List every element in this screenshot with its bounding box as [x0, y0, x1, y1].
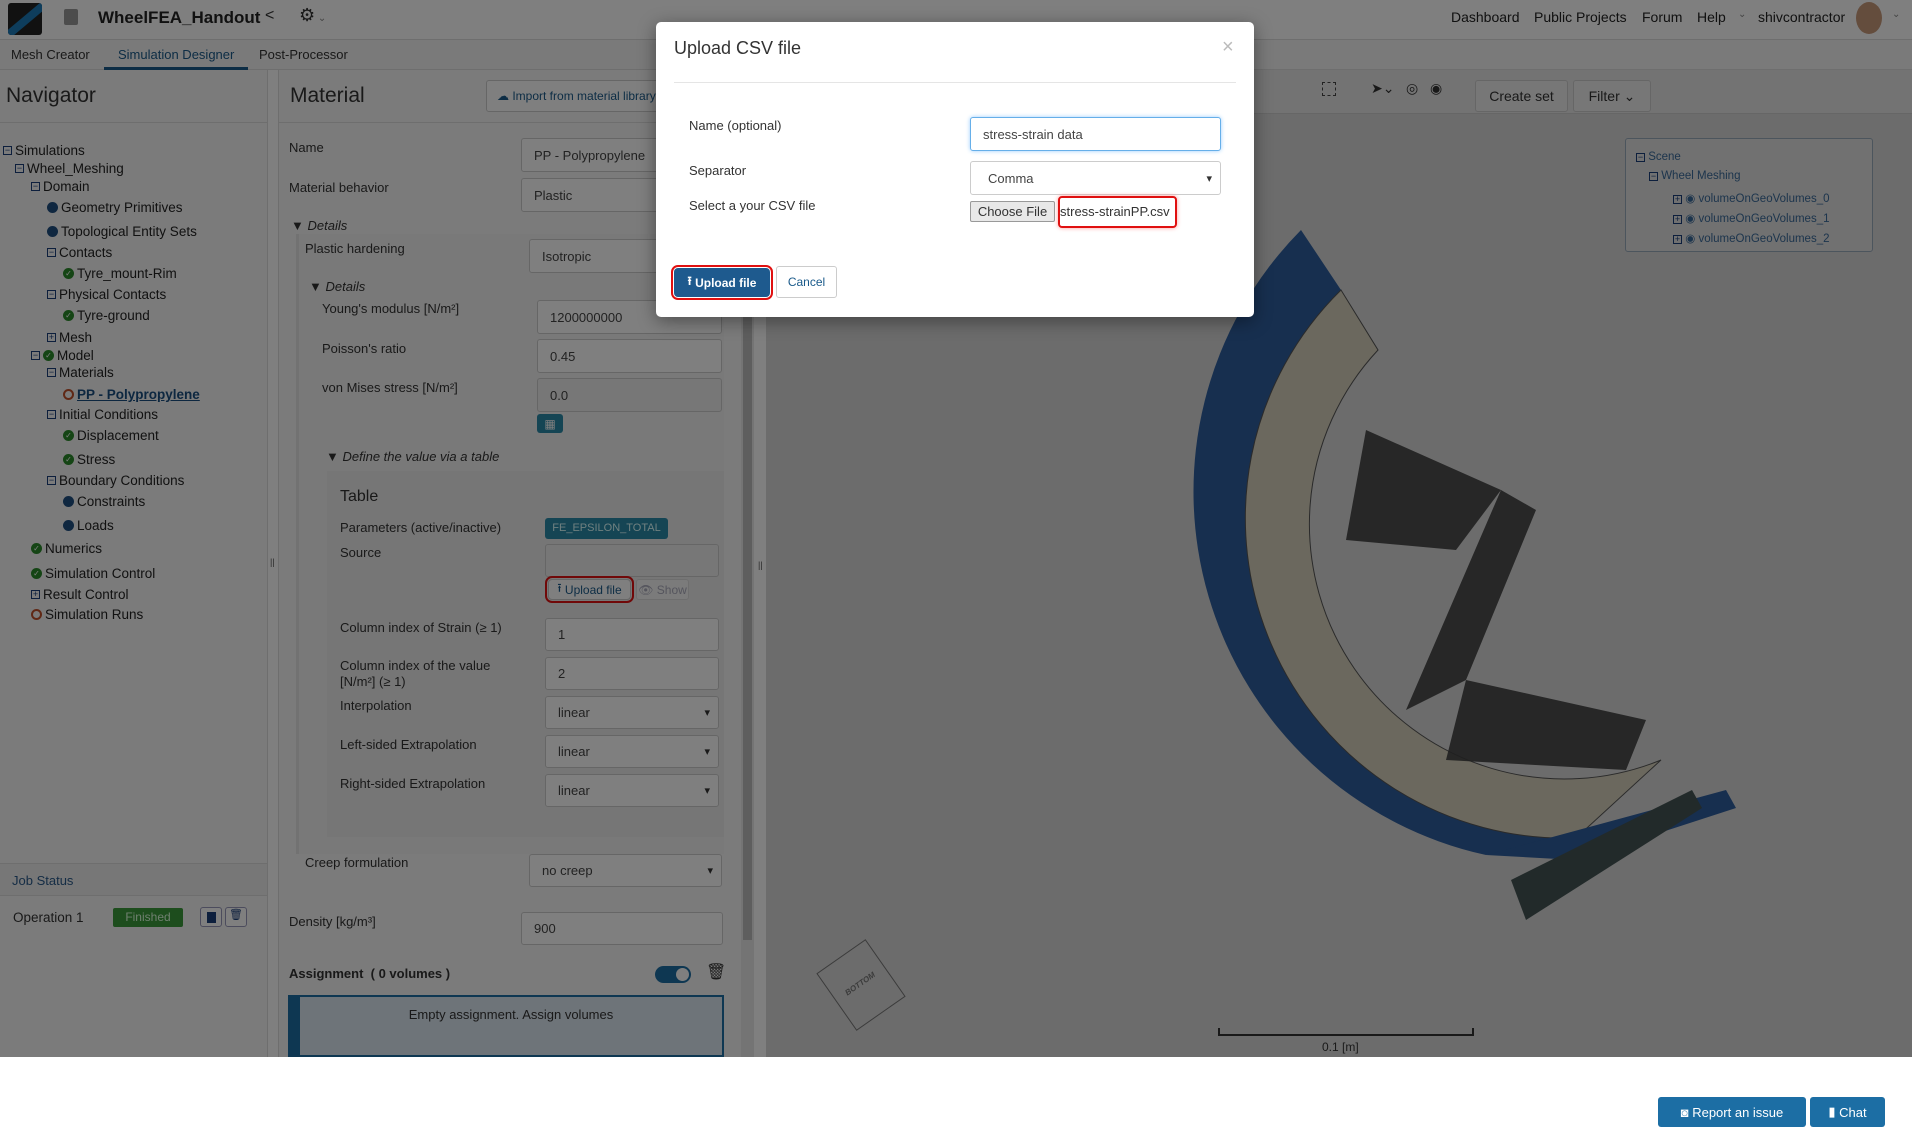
upload-csv-modal: Upload CSV file × Name (optional) stress…: [656, 22, 1254, 317]
modal-cancel-button[interactable]: Cancel: [776, 266, 837, 298]
selected-file-name: stress-strainPP.csv: [1058, 196, 1177, 228]
chat-icon: ▮: [1828, 1104, 1840, 1119]
choose-file-button[interactable]: Choose File: [970, 201, 1055, 222]
csv-name-label: Name (optional): [689, 118, 782, 133]
close-icon[interactable]: ×: [1222, 36, 1234, 59]
chat-button[interactable]: ▮ Chat: [1810, 1097, 1885, 1127]
csv-name-input[interactable]: stress-strain data: [970, 117, 1221, 151]
modal-title: Upload CSV file: [674, 38, 802, 58]
csv-file-label: Select a your CSV file: [689, 198, 816, 213]
modal-upload-file-button[interactable]: ⭱ Upload file: [671, 265, 773, 300]
report-icon: ◙: [1680, 1104, 1693, 1120]
separator-label: Separator: [689, 163, 747, 178]
report-issue-button[interactable]: ◙ Report an issue: [1658, 1097, 1806, 1127]
upload-icon: ⭱: [687, 274, 696, 288]
separator-select[interactable]: Comma: [970, 161, 1221, 195]
